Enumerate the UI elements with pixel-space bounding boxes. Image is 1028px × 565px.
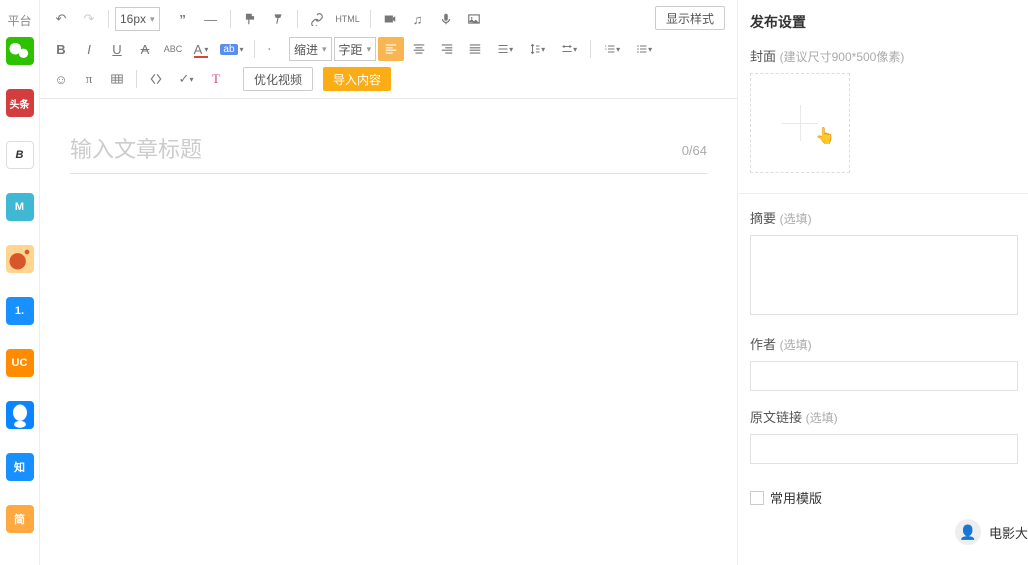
italic-button[interactable]: I xyxy=(76,37,102,61)
align-justify-button[interactable] xyxy=(462,37,488,61)
indent-select[interactable]: 缩进 xyxy=(289,37,332,61)
template-label: 常用模版 xyxy=(770,488,822,507)
source-link-label: 原文链接 (选填) xyxy=(750,407,1018,426)
video-button[interactable] xyxy=(377,7,403,31)
sidebar-item-zhihu[interactable]: 知 xyxy=(6,453,34,481)
formula-button[interactable]: π xyxy=(76,67,102,91)
sidebar-item-weibo[interactable] xyxy=(6,245,34,273)
font-size-select[interactable]: 16px xyxy=(115,7,160,31)
quote-button[interactable]: ” xyxy=(170,7,196,31)
text-tool-button[interactable]: T xyxy=(203,67,229,91)
sidebar-item-jianshu[interactable]: 简 xyxy=(6,505,34,533)
platform-sidebar: 平台 头条 B M 1. UC 知 简 xyxy=(0,0,40,565)
title-char-count: 0/64 xyxy=(682,143,707,158)
template-row: 常用模版 xyxy=(750,488,1018,507)
link-button[interactable] xyxy=(304,7,330,31)
summary-label: 摘要 (选填) xyxy=(750,208,1018,227)
sidebar-item-toutiao[interactable]: 头条 xyxy=(6,89,34,117)
find-button[interactable] xyxy=(143,67,169,91)
align-left-button[interactable] xyxy=(378,37,404,61)
hr-button[interactable]: — xyxy=(198,7,224,31)
source-link-input[interactable] xyxy=(750,434,1018,464)
emoji-button[interactable]: ☺ xyxy=(48,67,74,91)
letter-spacing-button[interactable]: ▾ xyxy=(554,37,584,61)
unordered-list-button[interactable]: ▾ xyxy=(629,37,659,61)
publish-settings-panel: 发布设置 封面 (建议尺寸900*500像素) 👆 摘要 (选填) 作者 (选填… xyxy=(738,0,1028,565)
settings-heading: 发布设置 xyxy=(750,12,1018,32)
avatar-icon: 👤 xyxy=(955,519,981,545)
summary-input[interactable] xyxy=(750,235,1018,315)
title-area: 0/64 xyxy=(40,99,737,174)
cover-upload[interactable]: 👆 xyxy=(750,73,850,173)
cursor-icon: 👆 xyxy=(815,126,835,146)
title-input[interactable] xyxy=(70,129,707,174)
plus-icon xyxy=(800,105,801,141)
sidebar-item-yidian[interactable]: 1. xyxy=(6,297,34,325)
sidebar-item-wechat[interactable] xyxy=(6,37,34,65)
sidebar-item-qq[interactable] xyxy=(6,401,34,429)
underline-button[interactable]: U xyxy=(104,37,130,61)
bg-color-button[interactable]: ab▾ xyxy=(216,37,248,61)
smallcaps-button[interactable]: ABC xyxy=(160,37,186,61)
optimize-video-button[interactable]: 优化视频 xyxy=(243,67,313,91)
font-color-button[interactable]: A▾ xyxy=(188,37,214,61)
cover-label: 封面 (建议尺寸900*500像素) xyxy=(750,46,1018,65)
undo-button[interactable]: ↶ xyxy=(48,7,74,31)
clear-format-button[interactable] xyxy=(265,7,291,31)
image-button[interactable] xyxy=(461,7,487,31)
sidebar-item-uc[interactable]: UC xyxy=(6,349,34,377)
show-style-button[interactable]: 显示样式 xyxy=(655,6,725,30)
editor-panel: ↶ ↷ 16px ” — HTML ♫ 显示样式 B I U A ABC xyxy=(40,0,738,565)
profile-chip[interactable]: 👤 电影大 xyxy=(955,519,1028,545)
check-button[interactable]: ✓▾ xyxy=(171,67,201,91)
spacing-select[interactable]: 字距 xyxy=(334,37,377,61)
align-right-button[interactable] xyxy=(434,37,460,61)
para-spacing-button[interactable]: ▾ xyxy=(522,37,552,61)
sidebar-title: 平台 xyxy=(0,0,39,37)
ordered-list-button[interactable]: 12▾ xyxy=(597,37,627,61)
format-paint-button[interactable] xyxy=(237,7,263,31)
align-center-button[interactable] xyxy=(406,37,432,61)
import-content-button[interactable]: 导入内容 xyxy=(323,67,391,91)
author-input[interactable] xyxy=(750,361,1018,391)
redo-button[interactable]: ↷ xyxy=(76,7,102,31)
template-checkbox[interactable] xyxy=(750,491,764,505)
sidebar-item-dafeng[interactable]: M xyxy=(6,193,34,221)
html-button[interactable]: HTML xyxy=(332,7,364,31)
line-height-button[interactable]: ▾ xyxy=(490,37,520,61)
outdent-button[interactable] xyxy=(261,37,287,61)
bold-button[interactable]: B xyxy=(48,37,74,61)
profile-name: 电影大 xyxy=(989,523,1028,542)
divider xyxy=(738,193,1028,194)
author-label: 作者 (选填) xyxy=(750,334,1018,353)
sidebar-item-baijia[interactable]: B xyxy=(6,141,34,169)
svg-text:2: 2 xyxy=(605,47,607,51)
music-button[interactable]: ♫ xyxy=(405,7,431,31)
strike-button[interactable]: A xyxy=(132,37,158,61)
table-button[interactable] xyxy=(104,67,130,91)
editor-toolbar: ↶ ↷ 16px ” — HTML ♫ 显示样式 B I U A ABC xyxy=(40,0,737,99)
audio-button[interactable] xyxy=(433,7,459,31)
